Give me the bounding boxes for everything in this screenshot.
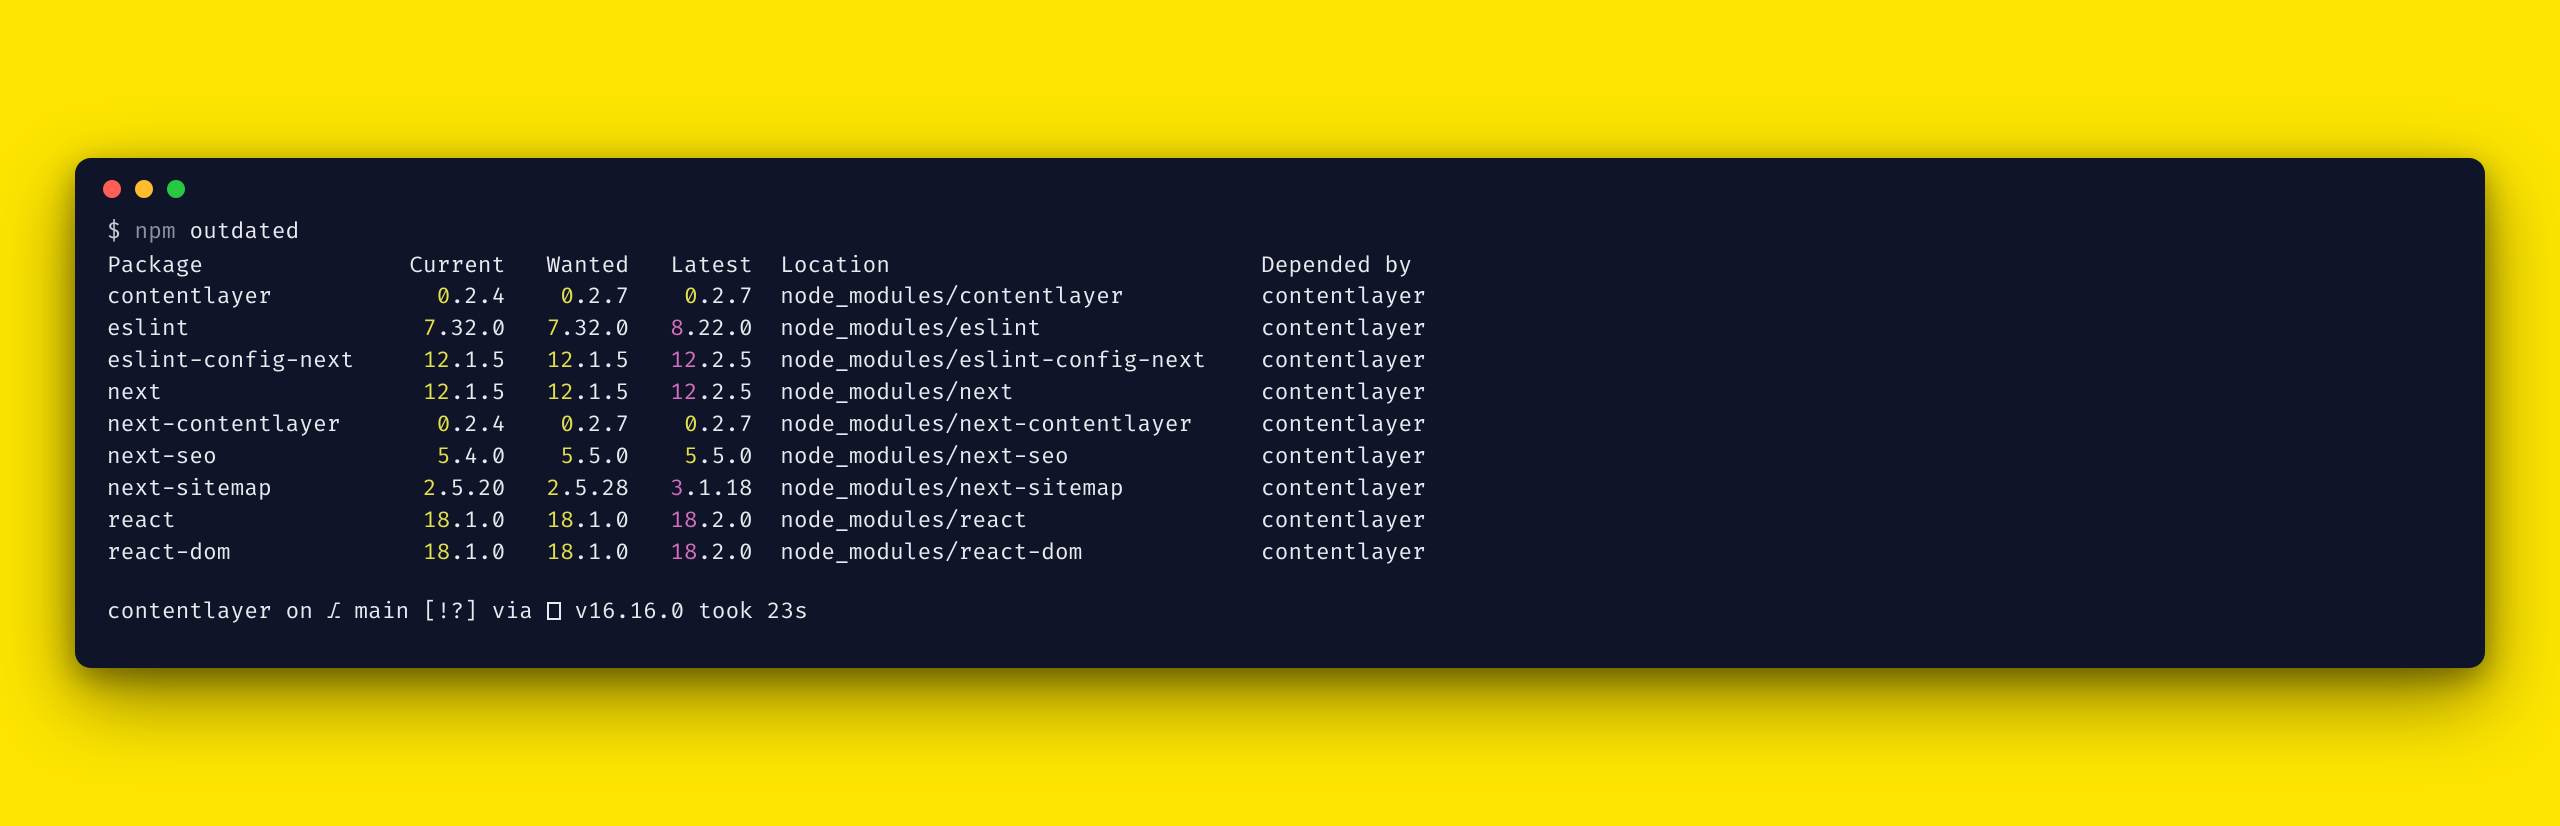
table-header: Package Current Wanted Latest Location D… [107, 250, 2453, 282]
git-status-flags: [!?] [423, 598, 478, 625]
node-version: v16.16.0 [575, 598, 685, 625]
command-npm: npm [135, 218, 176, 245]
maximize-window-button[interactable] [167, 180, 185, 198]
terminal-output[interactable]: $ npm outdatedPackage Current Wanted Lat… [75, 208, 2485, 629]
table-row: eslint 7.32.0 7.32.0 8.22.0 node_modules… [107, 313, 2453, 345]
minimize-window-button[interactable] [135, 180, 153, 198]
command-arg: outdated [189, 218, 299, 245]
table-row: react 18.1.0 18.1.0 18.2.0 node_modules/… [107, 505, 2453, 537]
close-window-button[interactable] [103, 180, 121, 198]
node-icon [547, 602, 561, 620]
table-row: next-seo 5.4.0 5.5.0 5.5.0 node_modules/… [107, 441, 2453, 473]
command-line: $ npm outdated [107, 216, 2453, 248]
command-duration: 23s [767, 598, 808, 625]
status-via: via [492, 598, 533, 625]
window-titlebar [75, 158, 2485, 208]
shell-status-line: contentlayer on ⎇ main [!?] via v16.16.0… [107, 596, 2453, 628]
table-row: eslint-config-next 12.1.5 12.1.5 12.2.5 … [107, 345, 2453, 377]
table-row: react-dom 18.1.0 18.1.0 18.2.0 node_modu… [107, 537, 2453, 569]
table-row: next-contentlayer 0.2.4 0.2.7 0.2.7 node… [107, 409, 2453, 441]
table-row: next-sitemap 2.5.20 2.5.28 3.1.18 node_m… [107, 473, 2453, 505]
table-row: next 12.1.5 12.1.5 12.2.5 node_modules/n… [107, 377, 2453, 409]
table-row: contentlayer 0.2.4 0.2.7 0.2.7 node_modu… [107, 281, 2453, 313]
prompt-symbol: $ [107, 218, 121, 245]
status-on: on [286, 598, 313, 625]
git-branch-icon: ⎇ [327, 598, 341, 625]
terminal-window: $ npm outdatedPackage Current Wanted Lat… [75, 158, 2485, 669]
project-name: contentlayer [107, 598, 272, 625]
table-body: contentlayer 0.2.4 0.2.7 0.2.7 node_modu… [107, 281, 2453, 568]
git-branch-name: main [354, 598, 409, 625]
status-took: took [698, 598, 753, 625]
